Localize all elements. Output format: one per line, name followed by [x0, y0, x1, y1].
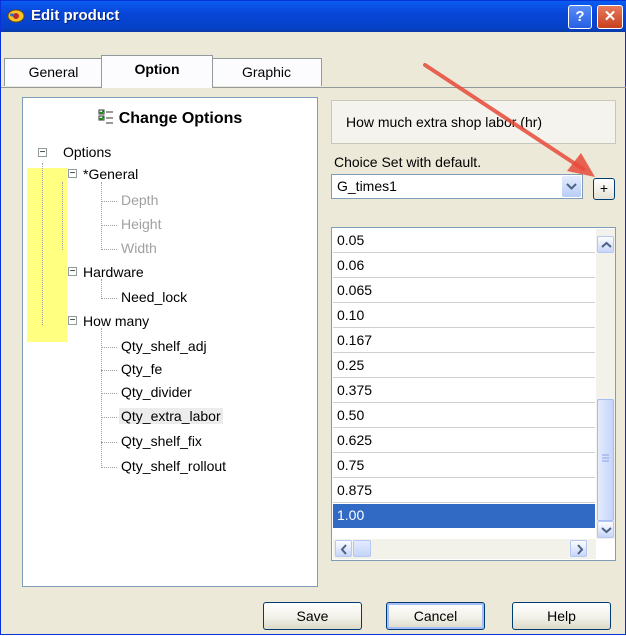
horizontal-scrollbar[interactable]	[333, 539, 596, 559]
window-title: Edit product	[31, 7, 120, 24]
scroll-thumb[interactable]	[597, 399, 614, 521]
list-item[interactable]: 0.10	[333, 304, 595, 328]
tab-graphic[interactable]: Graphic	[211, 58, 322, 86]
expand-toggle-general[interactable]: −	[68, 169, 77, 179]
change-options-header: Change Options	[23, 98, 317, 142]
tree-line	[101, 249, 117, 250]
chevron-left-icon	[340, 544, 347, 555]
tree-line	[101, 225, 117, 226]
tree-node-how-many[interactable]: How many	[83, 313, 149, 329]
scroll-up-button[interactable]	[597, 236, 614, 253]
app-icon	[7, 9, 25, 23]
scroll-down-button[interactable]	[597, 521, 614, 538]
change-options-title: Change Options	[118, 110, 243, 127]
expand-toggle-hardware[interactable]: −	[68, 267, 77, 277]
tree-node-qty-shelf-rollout[interactable]: Qty_shelf_rollout	[121, 458, 226, 474]
choice-set-label: Choice Set with default.	[334, 154, 482, 170]
tree-line	[101, 279, 102, 299]
tree-node-options[interactable]: Options	[63, 144, 111, 160]
title-bar[interactable]: Edit product ? ✕	[1, 1, 626, 32]
choice-set-dropdown[interactable]: G_times1	[331, 174, 583, 199]
tree-node-qty-extra-labor[interactable]: Qty_extra_labor	[119, 408, 223, 424]
tree-line	[101, 182, 102, 250]
list-item[interactable]: 0.065	[333, 279, 595, 303]
tree-node-height[interactable]: Height	[121, 216, 161, 232]
tree-node-qty-fe[interactable]: Qty_fe	[121, 361, 162, 377]
list-item[interactable]: 0.75	[333, 454, 595, 478]
list-item[interactable]: 0.25	[333, 354, 595, 378]
tree-line	[42, 163, 43, 325]
tree-line	[101, 347, 117, 348]
choice-set-value: G_times1	[337, 178, 397, 194]
chevron-down-icon	[601, 527, 612, 534]
tree-node-width[interactable]: Width	[121, 240, 157, 256]
list-item[interactable]: 0.625	[333, 429, 595, 453]
tab-option[interactable]: Option	[101, 55, 213, 88]
tree-node-depth[interactable]: Depth	[121, 192, 158, 208]
tree-node-qty-divider[interactable]: Qty_divider	[121, 384, 192, 400]
tree-node-need-lock[interactable]: Need_lock	[121, 289, 187, 305]
grip-icon	[602, 454, 609, 462]
list-item[interactable]: 0.375	[333, 379, 595, 403]
option-question: How much extra shop labor (hr)	[331, 100, 616, 144]
checklist-icon	[98, 109, 113, 124]
tree-line	[101, 467, 117, 468]
tab-general[interactable]: General	[4, 58, 103, 86]
dropdown-arrow-button[interactable]	[562, 176, 581, 197]
close-button[interactable]: ✕	[597, 5, 623, 29]
save-button[interactable]: Save	[263, 602, 362, 630]
tree-line	[101, 417, 117, 418]
tree-line	[101, 393, 117, 394]
yellow-highlight	[27, 168, 67, 342]
scroll-left-button[interactable]	[335, 540, 352, 557]
tree-line	[101, 370, 117, 371]
tree-line	[101, 442, 117, 443]
list-item[interactable]: 0.06	[333, 254, 595, 278]
scroll-right-button[interactable]	[570, 540, 587, 557]
tree-line	[101, 328, 102, 468]
add-choice-button[interactable]: +	[593, 178, 615, 200]
expand-toggle-how-many[interactable]: −	[68, 316, 77, 326]
tree-line	[101, 298, 117, 299]
tree-line	[62, 182, 63, 250]
horizontal-scroll-thumb[interactable]	[353, 540, 371, 557]
list-item[interactable]: 0.167	[333, 329, 595, 353]
tree-node-general[interactable]: *General	[83, 166, 138, 182]
list-item[interactable]: 0.05	[333, 229, 595, 253]
title-help-button[interactable]: ?	[568, 5, 592, 29]
button-bar: Save Cancel Help	[1, 598, 626, 636]
cancel-button[interactable]: Cancel	[386, 602, 485, 630]
edit-product-window: Edit product ? ✕ General Option Graphic …	[0, 0, 626, 635]
help-button[interactable]: Help	[512, 602, 611, 630]
tab-panel-border	[1, 87, 626, 88]
list-item[interactable]: 0.875	[333, 479, 595, 503]
values-list: 0.05 0.06 0.065 0.10 0.167 0.25 0.375 0.…	[331, 227, 616, 561]
tree-node-hardware[interactable]: Hardware	[83, 264, 144, 280]
list-item-selected[interactable]: 1.00	[333, 504, 595, 528]
chevron-right-icon	[577, 544, 584, 555]
vertical-scrollbar[interactable]	[596, 229, 615, 539]
chevron-up-icon	[601, 241, 612, 248]
tree-node-qty-shelf-fix[interactable]: Qty_shelf_fix	[121, 433, 202, 449]
chevron-down-icon	[566, 183, 577, 190]
list-item[interactable]: 0.50	[333, 404, 595, 428]
tree-node-qty-shelf-adj[interactable]: Qty_shelf_adj	[121, 338, 207, 354]
expand-toggle-options[interactable]: −	[38, 148, 47, 158]
tree-line	[101, 201, 117, 202]
